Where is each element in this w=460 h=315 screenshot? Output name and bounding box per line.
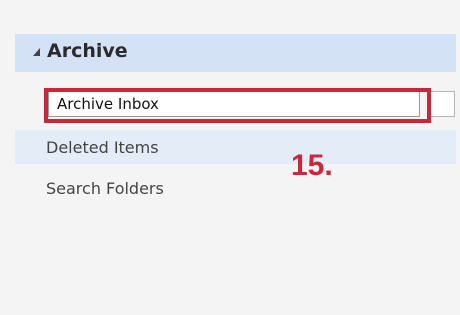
step-number-annotation: 15. (291, 149, 333, 182)
folder-item-search-folders[interactable]: Search Folders (15, 171, 456, 205)
archive-folder-title: Archive (47, 40, 128, 62)
collapse-triangle-icon[interactable] (33, 48, 40, 56)
archive-folder-header[interactable]: Archive (15, 34, 456, 72)
rename-folder-input[interactable] (48, 91, 420, 117)
folder-pane: Archive Deleted Items Search Folders 15. (0, 0, 460, 315)
folder-item-deleted-items[interactable]: Deleted Items (15, 130, 456, 164)
rename-folder-row (38, 88, 456, 123)
input-edge (431, 91, 455, 117)
